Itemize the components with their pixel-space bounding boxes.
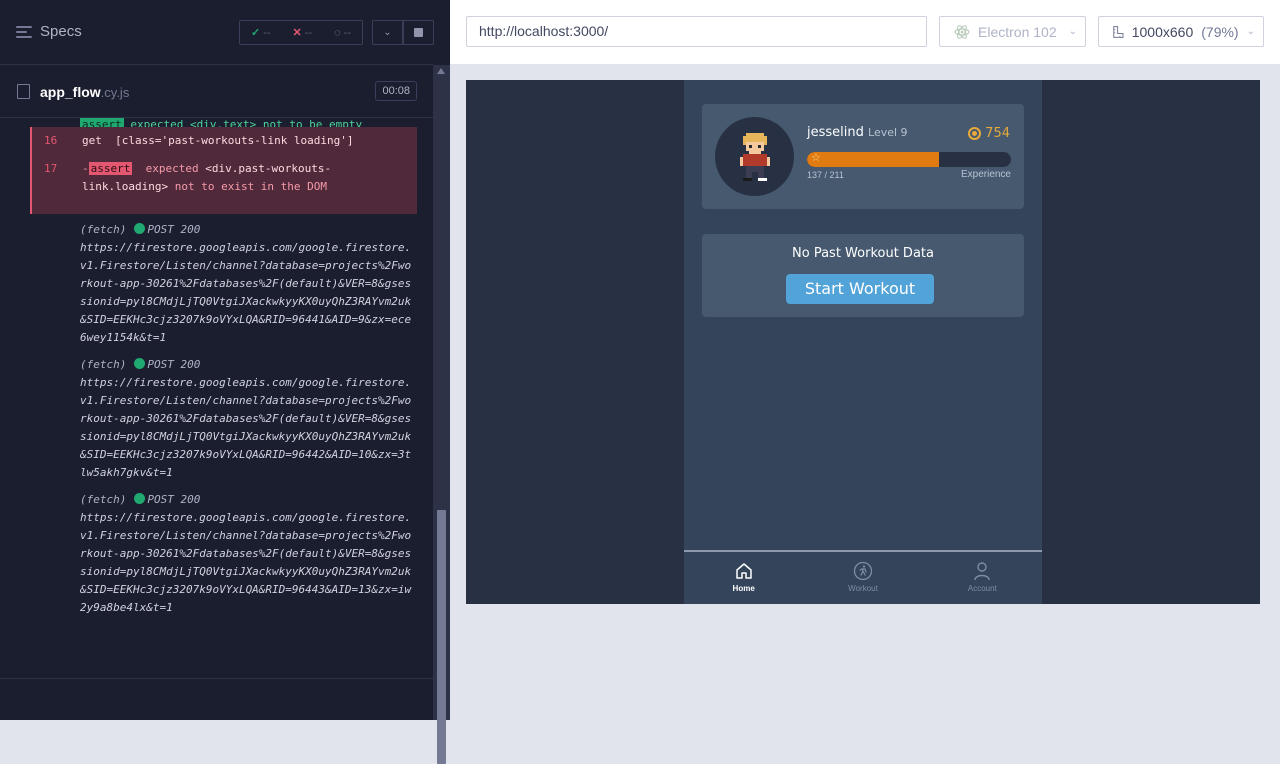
xp-progress-bar: ☆ (807, 152, 1011, 167)
file-icon (17, 84, 30, 99)
coin-icon (968, 127, 982, 140)
run-duration: 00:08 (375, 81, 417, 101)
status-dot-icon (134, 493, 146, 504)
scroll-down-icon[interactable] (437, 711, 445, 717)
coin-balance: 754 (968, 126, 1010, 141)
scroll-up-icon[interactable] (437, 68, 445, 74)
reporter-header: Specs ✓ -- ✕ -- ◌ -- ⌄ (0, 0, 434, 65)
viewport-zoom: (79%) (1201, 23, 1239, 40)
check-icon: ✓ (250, 27, 261, 39)
command-name: get (82, 134, 102, 147)
pending-stat: ◌ -- (334, 26, 351, 39)
xp-label: Experience (960, 169, 1011, 180)
command-log-panel: Specs ✓ -- ✕ -- ◌ -- ⌄ app_flow.cy.js 00… (0, 0, 450, 764)
bottom-nav: Home Workout Account (684, 550, 1042, 604)
command-log-scrollbar[interactable] (433, 65, 450, 764)
start-workout-button[interactable]: Start Workout (786, 274, 934, 304)
star-icon: ☆ (811, 152, 821, 164)
level-label: Level 9 (868, 126, 908, 139)
fetch-url: https://firestore.googleapis.com/google.… (80, 241, 412, 344)
fetch-url: https://firestore.googleapis.com/google.… (80, 511, 412, 614)
command-row-partial[interactable]: assert expected <div.text> not to be emp… (30, 118, 417, 127)
nav-item-workout[interactable]: Workout (803, 552, 922, 604)
status-dot-icon (134, 223, 146, 234)
nav-item-account[interactable]: Account (923, 552, 1042, 604)
failed-stat: ✕ -- (292, 27, 313, 39)
aut-panel: http://localhost:3000/ Electron 102 ⌄ 10… (450, 0, 1280, 720)
menu-icon (16, 25, 32, 38)
pixel-character-icon (740, 133, 770, 181)
xp-count: 137 / 211 (807, 170, 844, 180)
user-icon (974, 562, 991, 581)
electron-icon (954, 24, 970, 39)
chevron-down-icon: ⌄ (1068, 26, 1077, 37)
spec-file-row[interactable]: app_flow.cy.js 00:08 (0, 66, 433, 118)
nav-label-home: Home (732, 584, 755, 593)
app-screen: jesselind Level 9 754 ☆ 137 / 211 Experi… (684, 80, 1042, 604)
chevron-down-icon: ⌄ (383, 27, 392, 38)
spinner-icon: ◌ (334, 26, 341, 39)
nav-label-workout: Workout (848, 584, 878, 593)
app-iframe: jesselind Level 9 754 ☆ 137 / 211 Experi… (466, 80, 1260, 604)
browser-name: Electron 102 (978, 23, 1057, 40)
aut-header: http://localhost:3000/ Electron 102 ⌄ 10… (450, 0, 1280, 64)
fetch-url: https://firestore.googleapis.com/google.… (80, 376, 412, 479)
viewport-info[interactable]: 1000x660 (79%) ⌄ (1098, 16, 1264, 47)
test-stats: ✓ -- ✕ -- ◌ -- (239, 20, 363, 45)
command-number: 16 (44, 134, 58, 147)
fetch-log-entry[interactable]: (fetch) POST 200 https://firestore.google… (30, 214, 417, 349)
status-dot-icon (134, 358, 146, 369)
scrollbar-thumb[interactable] (437, 510, 446, 764)
xp-progress-fill: ☆ (807, 152, 940, 167)
home-icon (735, 563, 752, 579)
stop-icon (414, 28, 423, 37)
command-number: 17 (44, 162, 58, 175)
spec-file-name[interactable]: app_flow.cy.js (40, 84, 129, 100)
nav-label-account: Account (967, 584, 997, 593)
specs-button[interactable]: Specs (16, 23, 82, 40)
fetch-log-entry[interactable]: (fetch) POST 200 https://firestore.google… (30, 349, 417, 484)
x-icon: ✕ (292, 27, 302, 39)
username: jesselind Level 9 (807, 125, 908, 140)
url-bar[interactable]: http://localhost:3000/ (466, 16, 927, 47)
viewport-size: 1000x660 (1131, 23, 1194, 40)
stop-button[interactable] (403, 20, 434, 45)
avatar[interactable] (715, 117, 794, 196)
command-row-17[interactable]: 17 - assert expected <div.past-workouts-l… (30, 154, 417, 214)
past-workouts-title: No Past Workout Data (792, 246, 934, 261)
runner-icon (853, 561, 873, 581)
reporter-footer (0, 678, 433, 720)
command-name: assert (88, 162, 133, 175)
command-row-16[interactable]: 16 get [class='past-workouts-link loadin… (30, 127, 417, 154)
past-workouts-card: No Past Workout Data Start Workout (702, 234, 1024, 317)
ruler-icon (1113, 25, 1124, 38)
command-log: assert expected <div.text> not to be emp… (30, 118, 417, 666)
fetch-log-entry[interactable]: (fetch) POST 200 https://firestore.google… (30, 484, 417, 619)
browser-selector[interactable]: Electron 102 ⌄ (939, 16, 1086, 47)
specs-label: Specs (40, 23, 82, 40)
nav-item-home[interactable]: Home (684, 552, 803, 604)
toggle-auto-scroll-button[interactable]: ⌄ (372, 20, 403, 45)
passed-stat: ✓ -- (250, 27, 271, 39)
command-message: [class='past-workouts-link loading'] (115, 134, 354, 147)
chevron-down-icon: ⌄ (1246, 26, 1255, 37)
profile-card: jesselind Level 9 754 ☆ 137 / 211 Experi… (702, 104, 1024, 209)
